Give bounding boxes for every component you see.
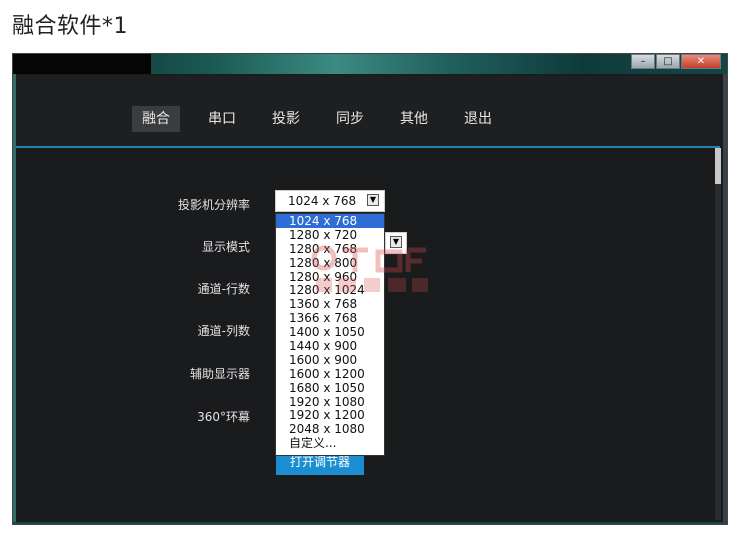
- dropdown-arrow-icon[interactable]: ▼: [367, 194, 379, 206]
- dropdown-option[interactable]: 1440 x 900: [276, 339, 384, 353]
- dropdown-option[interactable]: 1366 x 768: [276, 311, 384, 325]
- minimize-button[interactable]: –: [631, 54, 655, 69]
- display-mode-select[interactable]: ▼: [385, 232, 407, 254]
- dropdown-option[interactable]: 1360 x 768: [276, 297, 384, 311]
- page-heading: 融合软件*1: [12, 14, 128, 39]
- projector-resolution-value: 1024 x 768: [288, 194, 357, 208]
- dropdown-option[interactable]: 1600 x 1200: [276, 367, 384, 381]
- dropdown-option[interactable]: 1280 x 720: [276, 228, 384, 242]
- dropdown-option[interactable]: 自定义...: [276, 436, 384, 450]
- dropdown-option[interactable]: 1680 x 1050: [276, 381, 384, 395]
- window-controls: – □ ✕: [630, 54, 721, 70]
- title-bar-redacted-area: [13, 54, 151, 74]
- dropdown-option[interactable]: 1920 x 1080: [276, 395, 384, 409]
- dropdown-option[interactable]: 1280 x 768: [276, 242, 384, 256]
- tab-fusion[interactable]: 融合: [132, 106, 180, 132]
- close-button[interactable]: ✕: [681, 54, 721, 69]
- maximize-button[interactable]: □: [656, 54, 680, 69]
- projector-resolution-select[interactable]: 1024 x 768 ▼: [275, 190, 385, 212]
- display-mode-label: 显示模式: [201, 240, 250, 254]
- aux-display-label: 辅助显示器: [189, 367, 250, 381]
- curtain-360-label: 360°环幕: [197, 410, 250, 424]
- tab-serial-port[interactable]: 串口: [198, 106, 246, 132]
- tab-projection[interactable]: 投影: [262, 106, 310, 132]
- dropdown-option[interactable]: 1400 x 1050: [276, 325, 384, 339]
- window-right-edge: [723, 74, 727, 522]
- dropdown-option[interactable]: 1280 x 800: [276, 256, 384, 270]
- tab-other[interactable]: 其他: [390, 106, 438, 132]
- tab-exit[interactable]: 退出: [454, 106, 502, 132]
- channel-rows-label: 通道-行数: [197, 282, 250, 296]
- dropdown-option[interactable]: 2048 x 1080: [276, 422, 384, 436]
- resolution-dropdown-list[interactable]: 1024 x 768 1280 x 720 1280 x 768 1280 x …: [275, 213, 385, 456]
- scrollbar-thumb[interactable]: [715, 148, 721, 184]
- tab-sync[interactable]: 同步: [326, 106, 374, 132]
- dropdown-option[interactable]: 1024 x 768: [276, 214, 384, 228]
- main-menu-bar: 融合 串口 投影 同步 其他 退出: [16, 76, 720, 148]
- channel-cols-label: 通道-列数: [197, 324, 250, 338]
- display-mode-arrow-icon[interactable]: ▼: [390, 236, 402, 248]
- projector-resolution-label: 投影机分辨率: [177, 198, 250, 212]
- dropdown-option[interactable]: 1280 x 960: [276, 270, 384, 284]
- vertical-scrollbar[interactable]: [715, 148, 721, 520]
- dropdown-option[interactable]: 1280 x 1024: [276, 283, 384, 298]
- dropdown-option[interactable]: 1920 x 1200: [276, 408, 384, 423]
- dropdown-option[interactable]: 1600 x 900: [276, 353, 384, 367]
- title-bar[interactable]: – □ ✕: [13, 54, 727, 74]
